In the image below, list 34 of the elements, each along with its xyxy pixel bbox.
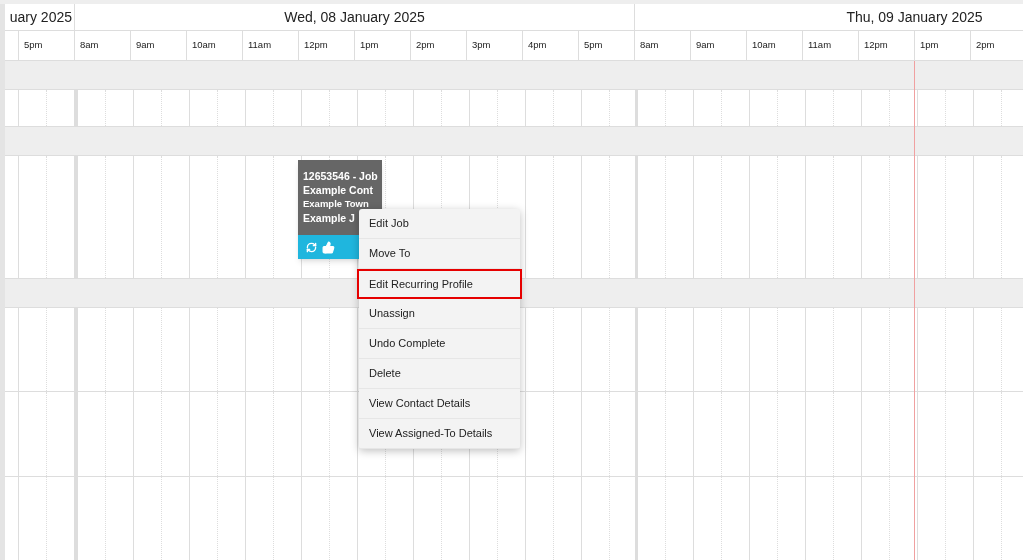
day-title: uary 2025 (9, 7, 72, 27)
menu-item[interactable]: Edit Recurring Profile (357, 269, 522, 299)
hour-label: 4pm (528, 38, 547, 53)
hour-label: 9am (696, 38, 715, 53)
thumbs-up-icon (322, 240, 335, 254)
hour-label: 3pm (472, 38, 491, 53)
hour-label: 8am (640, 38, 659, 53)
menu-item[interactable]: Unassign (359, 299, 520, 329)
menu-item[interactable]: View Assigned-To Details (359, 419, 520, 449)
job-text: Example Town (303, 197, 369, 211)
hour-label: 10am (192, 38, 216, 53)
day-title: Wed, 08 January 2025 (284, 7, 425, 27)
hour-label: 2pm (416, 38, 435, 53)
menu-item[interactable]: Edit Job (359, 209, 520, 239)
job-text: Example J (303, 211, 355, 225)
hour-label: 5pm (584, 38, 603, 53)
menu-item[interactable]: Undo Complete (359, 329, 520, 359)
sync-icon (306, 241, 317, 253)
hour-label: 2pm (976, 38, 995, 53)
job-text: 12653546 - Job (303, 169, 378, 183)
menu-item[interactable]: Delete (359, 359, 520, 389)
hour-label: 1pm (920, 38, 939, 53)
hour-label: 5pm (24, 38, 43, 53)
day-title: Thu, 09 January 2025 (846, 7, 983, 27)
job-text: Example Cont (303, 183, 373, 197)
hour-label: 9am (136, 38, 155, 53)
hour-label: 12pm (304, 38, 328, 53)
hour-label: 8am (80, 38, 99, 53)
hour-label: 11am (808, 38, 832, 53)
hour-label: 11am (248, 38, 272, 53)
hour-label: 10am (752, 38, 776, 53)
hour-label: 1pm (360, 38, 379, 53)
menu-item[interactable]: View Contact Details (359, 389, 520, 419)
hour-label: 12pm (864, 38, 888, 53)
